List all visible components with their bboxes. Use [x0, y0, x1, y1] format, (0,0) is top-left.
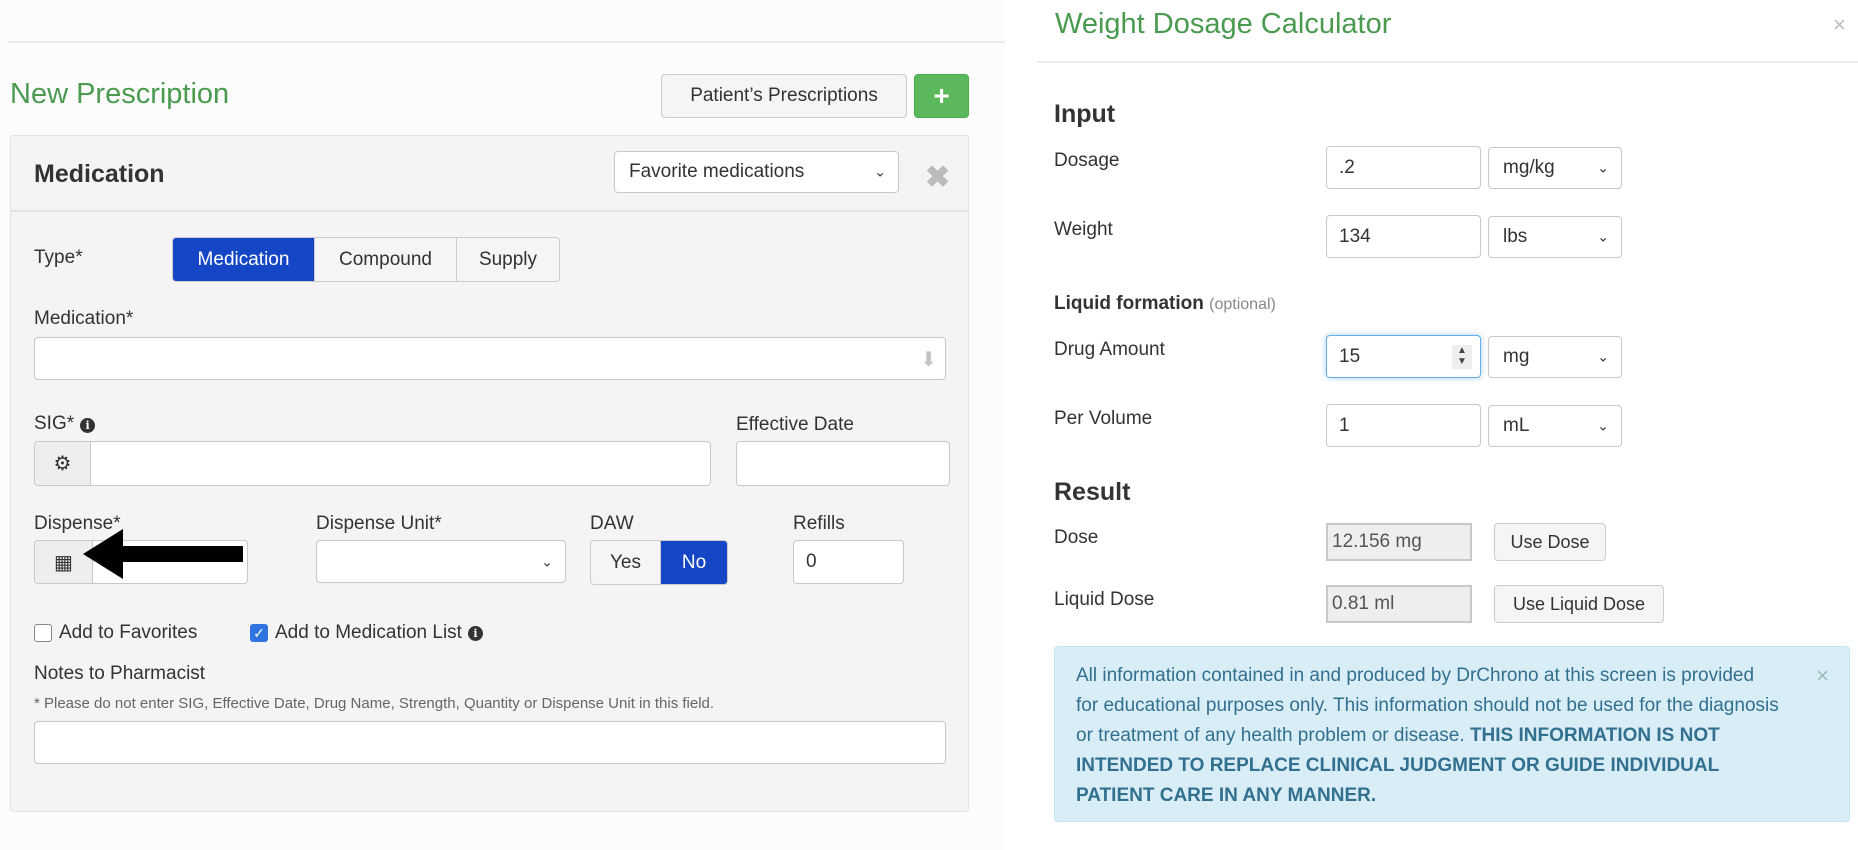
add-prescription-button[interactable]: + — [914, 74, 969, 118]
type-label: Type* — [34, 247, 83, 268]
modal-divider — [1037, 61, 1858, 63]
weight-unit-value: lbs — [1503, 226, 1528, 247]
refills-label: Refills — [793, 513, 845, 534]
daw-toggle-group: Yes No — [590, 540, 728, 585]
drug-amount-unit-value: mg — [1503, 346, 1530, 367]
per-volume-input[interactable]: 1 — [1326, 404, 1481, 447]
sig-label-text: SIG* — [34, 413, 75, 434]
chevron-down-icon: ⌄ — [1597, 228, 1609, 245]
page-title: New Prescription — [10, 78, 230, 110]
chevron-down-icon: ⌄ — [1597, 159, 1609, 176]
number-spinner-icon[interactable]: ▲ ▼ — [1452, 345, 1472, 369]
medication-panel-header: Medication Favorite medications ⌄ ✖ — [11, 136, 968, 212]
liquid-dose-output: 0.81 ml — [1326, 585, 1472, 623]
liquid-formation-title: Liquid formation — [1054, 293, 1204, 314]
sig-input[interactable] — [91, 442, 710, 485]
notes-label: Notes to Pharmacist — [34, 663, 206, 684]
medication-panel-title: Medication — [34, 160, 165, 188]
weight-input[interactable]: 134 — [1326, 215, 1481, 258]
effective-date-input[interactable] — [736, 441, 950, 486]
type-toggle-group: Medication Compound Supply — [172, 237, 560, 282]
sig-input-group: ⚙ — [34, 441, 711, 486]
checkbox-unchecked[interactable] — [34, 624, 52, 642]
down-arrow-icon: ⬇ — [920, 349, 937, 371]
per-volume-label: Per Volume — [1054, 408, 1153, 429]
notes-input[interactable] — [34, 721, 946, 764]
gear-icon[interactable]: ⚙ — [35, 442, 91, 485]
info-icon[interactable]: i — [80, 418, 96, 433]
medication-panel: Medication Favorite medications ⌄ ✖ Type… — [10, 135, 969, 812]
notes-hint: * Please do not enter SIG, Effective Dat… — [34, 695, 715, 712]
effective-date-label: Effective Date — [736, 414, 854, 435]
close-icon[interactable]: × — [1833, 12, 1846, 38]
drug-amount-value: 15 — [1339, 345, 1361, 367]
sig-label: SIG* i — [34, 413, 96, 435]
top-divider — [8, 41, 1005, 43]
prescription-page: New Prescription Patient’s Prescriptions… — [0, 0, 1005, 850]
use-dose-button[interactable]: Use Dose — [1494, 523, 1606, 561]
result-heading: Result — [1054, 478, 1131, 506]
add-to-medication-list-label: Add to Medication List — [275, 622, 462, 643]
dispense-unit-select[interactable]: ⌄ — [316, 540, 566, 583]
dosage-input[interactable]: .2 — [1326, 146, 1481, 189]
input-heading: Input — [1054, 100, 1116, 128]
dispense-unit-label: Dispense Unit* — [316, 513, 442, 534]
dose-label: Dose — [1054, 527, 1099, 548]
daw-label: DAW — [590, 513, 634, 534]
info-icon[interactable]: i — [467, 625, 483, 641]
weight-unit-select[interactable]: lbs ⌄ — [1488, 216, 1622, 258]
weight-label: Weight — [1054, 219, 1113, 240]
per-volume-unit-value: mL — [1503, 415, 1530, 436]
favorite-medications-select[interactable]: Favorite medications ⌄ — [614, 151, 899, 193]
chevron-down-icon: ⌄ — [874, 163, 886, 180]
drug-amount-unit-select[interactable]: mg ⌄ — [1488, 336, 1622, 378]
close-icon[interactable]: × — [1816, 661, 1829, 691]
dosage-unit-select[interactable]: mg/kg ⌄ — [1488, 147, 1622, 189]
close-icon[interactable]: ✖ — [925, 160, 950, 195]
disclaimer-alert: All information contained in and produce… — [1054, 646, 1850, 822]
medication-label: Medication* — [34, 308, 134, 329]
chevron-down-icon: ⌄ — [1597, 348, 1609, 365]
per-volume-unit-select[interactable]: mL ⌄ — [1488, 405, 1622, 447]
calculator-title: Weight Dosage Calculator — [1055, 8, 1392, 40]
medication-input[interactable]: ⬇ — [34, 337, 946, 380]
dose-output: 12.156 mg — [1326, 523, 1472, 561]
dosage-label: Dosage — [1054, 150, 1120, 171]
add-to-favorites-checkbox[interactable]: Add to Favorites — [34, 622, 197, 644]
type-option-supply[interactable]: Supply — [457, 238, 559, 281]
favorite-medications-value: Favorite medications — [629, 161, 805, 182]
type-option-compound[interactable]: Compound — [315, 238, 457, 281]
add-to-medication-list-checkbox[interactable]: ✓ Add to Medication List i — [250, 622, 483, 644]
optional-note: (optional) — [1209, 296, 1276, 313]
checkbox-checked-icon[interactable]: ✓ — [250, 624, 268, 642]
patients-prescriptions-button[interactable]: Patient’s Prescriptions — [661, 74, 907, 118]
annotation-arrow-icon — [83, 529, 243, 579]
daw-option-yes[interactable]: Yes — [591, 541, 661, 584]
drug-amount-input[interactable]: 15 ▲ ▼ — [1326, 335, 1481, 378]
refills-input[interactable]: 0 — [793, 540, 904, 584]
drug-amount-label: Drug Amount — [1054, 339, 1165, 360]
liquid-dose-label: Liquid Dose — [1054, 589, 1155, 610]
chevron-down-icon: ⌄ — [1597, 417, 1609, 434]
chevron-down-icon: ⌄ — [541, 553, 553, 569]
type-option-medication[interactable]: Medication — [173, 238, 315, 281]
dosage-unit-value: mg/kg — [1503, 157, 1555, 178]
add-to-favorites-label: Add to Favorites — [59, 622, 198, 643]
daw-option-no[interactable]: No — [661, 541, 727, 584]
use-liquid-dose-button[interactable]: Use Liquid Dose — [1494, 585, 1664, 623]
liquid-formation-heading: Liquid formation (optional) — [1054, 293, 1276, 315]
